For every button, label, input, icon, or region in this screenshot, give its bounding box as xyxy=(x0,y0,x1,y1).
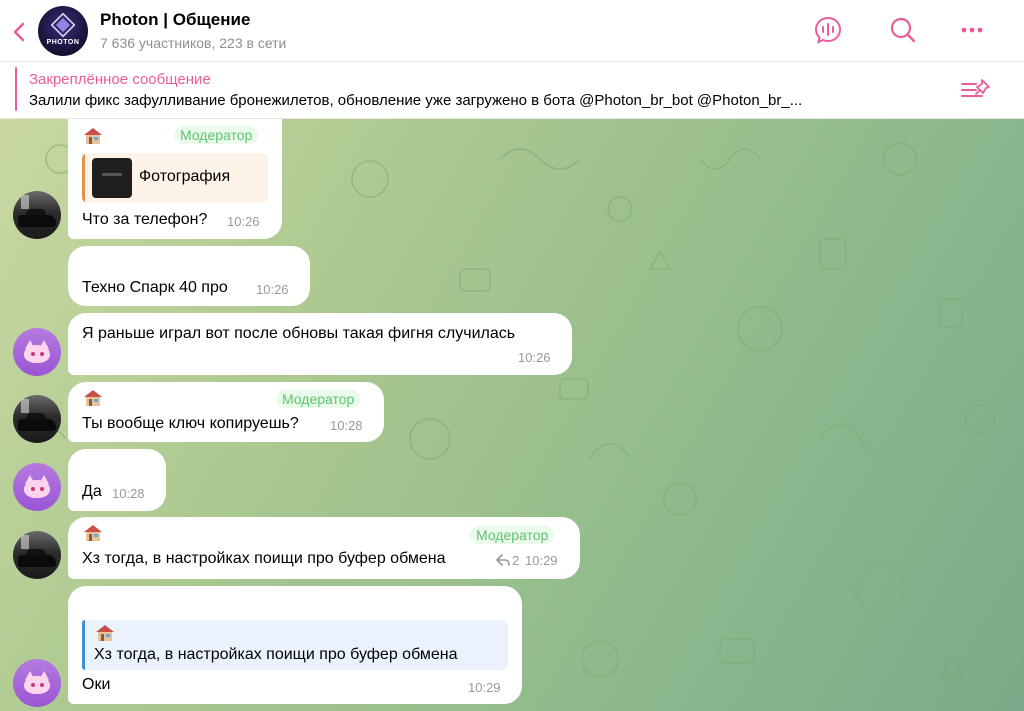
chat-header: PHOTON Photon | Общение 7 636 участников… xyxy=(0,0,1024,62)
sender-avatar[interactable] xyxy=(13,395,61,443)
message-bubble[interactable]: Да 10:28 xyxy=(68,449,166,511)
pinned-indicator xyxy=(15,67,17,111)
sender-avatar[interactable] xyxy=(13,531,61,579)
house-emoji-icon xyxy=(84,390,102,406)
sender-avatar[interactable] xyxy=(13,659,61,707)
house-emoji-icon xyxy=(84,128,102,144)
sender-avatar[interactable] xyxy=(13,328,61,376)
message-bubble[interactable]: Я раньше играл вот после обновы такая фи… xyxy=(68,313,572,375)
photo-thumbnail xyxy=(92,158,132,198)
pinned-text: Залили фикс зафулливание бронежилетов, о… xyxy=(29,92,803,109)
message-bubble[interactable]: Модератор Ты вообще ключ копируешь? 10:2… xyxy=(68,382,384,442)
message-bubble[interactable]: Модератор Хз тогда, в настройках поищи п… xyxy=(68,517,580,579)
sender-avatar[interactable] xyxy=(13,463,61,511)
message-time: 10:26 xyxy=(256,282,289,297)
message-time: 10:28 xyxy=(112,486,145,501)
message-time: 10:29 xyxy=(525,553,558,568)
pinned-message[interactable]: Закреплённое сообщение Залили фикс зафул… xyxy=(0,62,1024,119)
voice-chat-icon[interactable] xyxy=(812,14,844,46)
message-time: 10:26 xyxy=(227,214,260,229)
house-emoji-icon xyxy=(84,525,102,541)
house-emoji-icon xyxy=(96,625,114,641)
back-icon[interactable] xyxy=(8,18,32,46)
message-bubble[interactable]: Хз тогда, в настройках поищи про буфер о… xyxy=(68,586,522,704)
chat-subtitle: 7 636 участников, 223 в сети xyxy=(100,35,287,51)
quoted-text: Хз тогда, в настройках поищи про буфер о… xyxy=(94,646,458,663)
message-text: Что за телефон? xyxy=(82,211,208,228)
message-text: Техно Спарк 40 про xyxy=(82,279,228,296)
moderator-badge: Модератор xyxy=(276,390,361,408)
message-bubble[interactable]: Модератор Фотография Что за телефон? 10:… xyxy=(68,119,282,239)
message-time: 10:26 xyxy=(518,350,551,365)
reply-arrow-icon[interactable] xyxy=(496,554,510,566)
pinned-list-icon[interactable] xyxy=(958,76,994,104)
message-text: Оки xyxy=(82,676,111,693)
pinned-title: Закреплённое сообщение xyxy=(29,71,211,88)
reply-preview[interactable]: Фотография xyxy=(82,153,268,203)
sender-avatar[interactable] xyxy=(13,191,61,239)
message-text: Я раньше играл вот после обновы такая фи… xyxy=(82,325,516,342)
moderator-badge: Модератор xyxy=(174,126,259,144)
message-time: 10:29 xyxy=(468,680,501,695)
reply-count[interactable]: 2 xyxy=(512,553,519,568)
moderator-badge: Модератор xyxy=(470,526,555,544)
message-text: Ты вообще ключ копируешь? xyxy=(82,415,299,432)
group-avatar[interactable]: PHOTON xyxy=(38,6,88,56)
more-icon[interactable] xyxy=(956,14,988,46)
avatar-logo-text: PHOTON xyxy=(46,39,80,46)
quoted-message[interactable]: Хз тогда, в настройках поищи про буфер о… xyxy=(82,620,508,670)
message-bubble[interactable]: Техно Спарк 40 про 10:26 xyxy=(68,246,310,306)
message-text: Хз тогда, в настройках поищи про буфер о… xyxy=(82,550,446,567)
search-icon[interactable] xyxy=(887,14,919,46)
chat-area[interactable]: Модератор Фотография Что за телефон? 10:… xyxy=(0,119,1024,711)
reply-preview-text: Фотография xyxy=(139,168,231,185)
message-time: 10:28 xyxy=(330,418,363,433)
chat-title[interactable]: Photon | Общение xyxy=(100,10,250,30)
message-text: Да xyxy=(82,483,102,500)
